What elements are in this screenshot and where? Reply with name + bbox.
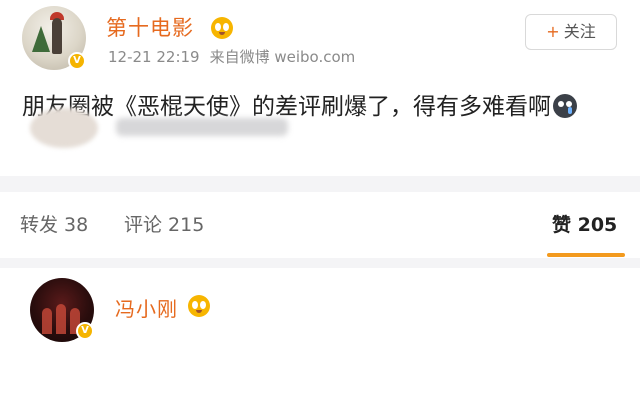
commenter-emoji-icon — [188, 295, 210, 317]
commenter-username[interactable]: 冯小刚 — [115, 293, 178, 322]
crying-emoji-icon — [553, 94, 577, 118]
plus-icon: + — [546, 22, 560, 41]
post-card: V 第十电影 12-21 22:19 来自微博 weibo.com + 关注 朋友圈… — [0, 0, 640, 176]
verified-badge-icon: V — [68, 52, 86, 70]
member-emoji-icon — [211, 17, 233, 39]
follow-label: 关注 — [563, 22, 596, 41]
repost-tab[interactable]: 转发 38 — [20, 210, 88, 237]
blurred-avatar — [30, 108, 98, 148]
post-meta: 12-21 22:19 来自微博 weibo.com — [108, 46, 365, 67]
active-tab-underline — [547, 253, 625, 257]
blurred-username — [116, 118, 288, 136]
action-bar: 转发 38 评论 215 赞 205 — [0, 192, 640, 258]
comment-item: V 冯小刚 — [0, 268, 640, 408]
comment-tab[interactable]: 评论 215 — [124, 210, 204, 237]
like-tab[interactable]: 赞 205 — [552, 210, 617, 237]
post-text: 朋友圈被《恶棍天使》的差评刷爆了，得有多难看啊 — [22, 94, 551, 120]
poster-username[interactable]: 第十电影 — [106, 12, 194, 42]
post-time: 12-21 22:19 — [108, 48, 200, 66]
tree-shape — [32, 26, 50, 52]
commenter-verified-badge-icon: V — [76, 322, 94, 340]
follow-button[interactable]: + 关注 — [525, 14, 617, 50]
post-source: 来自微博 weibo.com — [209, 48, 356, 66]
post-content: 朋友圈被《恶棍天使》的差评刷爆了，得有多难看啊 — [22, 88, 622, 126]
figure-shape — [52, 18, 62, 54]
